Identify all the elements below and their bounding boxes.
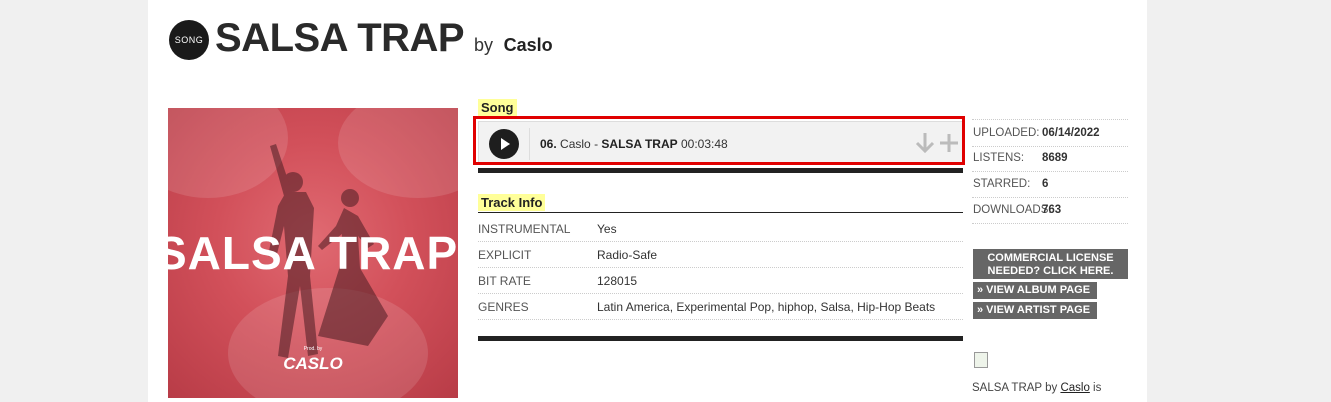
- player-progress-bar[interactable]: [478, 168, 963, 173]
- page-title: SALSA TRAP by Caslo: [215, 16, 553, 61]
- artist-name: Caslo: [503, 35, 553, 55]
- track-info-rule: [478, 212, 963, 213]
- broken-image-icon: [974, 352, 988, 368]
- cover-prod-text: Prod. by: [303, 346, 323, 352]
- info-key: INSTRUMENTAL: [478, 222, 571, 236]
- stat-key: LISTENS:: [973, 152, 1025, 164]
- stat-value: 06/14/2022: [1042, 127, 1100, 139]
- album-cover-image: SALSA TRAP Prod. by CASLO: [168, 108, 458, 398]
- info-key: BIT RATE: [478, 274, 531, 288]
- player-highlight-box: [473, 116, 965, 165]
- genres-links[interactable]: Latin America, Experimental Pop, hiphop,…: [597, 300, 935, 314]
- stat-listens: LISTENS: 8689: [972, 145, 1128, 172]
- song-section-label: Song: [478, 99, 517, 116]
- cover-logo: CASLO: [283, 354, 343, 373]
- stat-value: 763: [1042, 204, 1062, 216]
- stat-value: 8689: [1042, 152, 1068, 164]
- cover-title-text: SALSA TRAP: [168, 227, 458, 279]
- info-value: Radio-Safe: [597, 248, 658, 262]
- info-row-instrumental: INSTRUMENTAL Yes: [478, 215, 963, 242]
- stat-key: STARRED:: [973, 178, 1031, 190]
- page: SONG SALSA TRAP by Caslo SALSA TRAP Prod…: [148, 0, 1147, 402]
- view-album-button[interactable]: » VIEW ALBUM PAGE: [973, 282, 1097, 299]
- artist-link[interactable]: Caslo: [1060, 382, 1089, 394]
- view-artist-button[interactable]: » VIEW ARTIST PAGE: [973, 302, 1097, 319]
- by-label: by: [473, 35, 493, 55]
- stat-starred: STARRED: 6: [972, 171, 1128, 198]
- info-value: Yes: [597, 222, 617, 236]
- stat-key: DOWNLOADS:: [973, 204, 1052, 216]
- info-key: GENRES: [478, 300, 529, 314]
- stat-downloads: DOWNLOADS: 763: [972, 197, 1128, 224]
- track-info-bottom-bar: [478, 336, 963, 341]
- description-prefix: SALSA TRAP by: [972, 382, 1058, 394]
- info-key: EXPLICIT: [478, 248, 532, 262]
- song-badge-icon: SONG: [169, 20, 209, 60]
- song-title: SALSA TRAP: [215, 16, 464, 60]
- stat-uploaded: UPLOADED: 06/14/2022: [972, 119, 1128, 147]
- stat-value: 6: [1042, 178, 1049, 190]
- description-suffix: is: [1093, 382, 1102, 394]
- info-row-genres: GENRES Latin America, Experimental Pop, …: [478, 293, 963, 320]
- stat-key: UPLOADED:: [973, 127, 1040, 139]
- info-value: 128015: [597, 274, 638, 288]
- info-row-bitrate: BIT RATE 128015: [478, 267, 963, 294]
- song-description: SALSA TRAP by Caslo is: [972, 382, 1101, 394]
- track-info-label: Track Info: [478, 194, 546, 211]
- commercial-license-button[interactable]: COMMERCIAL LICENSE NEEDED? CLICK HERE.: [973, 249, 1128, 279]
- info-row-explicit: EXPLICIT Radio-Safe: [478, 241, 963, 268]
